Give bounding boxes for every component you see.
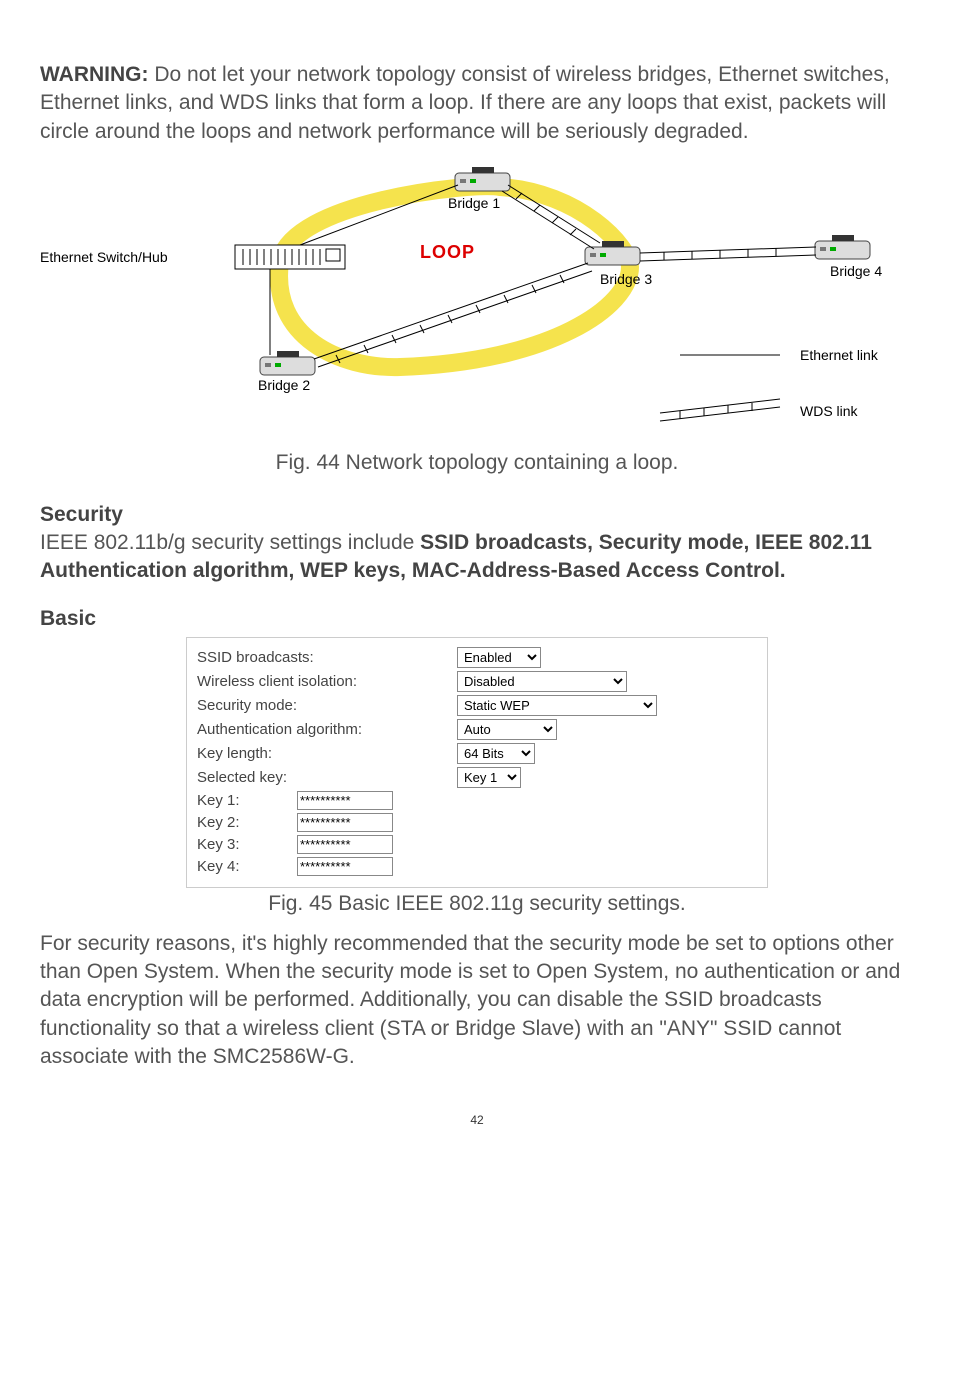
key3-label: Key 3: xyxy=(197,836,297,853)
key1-label: Key 1: xyxy=(197,792,297,809)
security-paragraph: IEEE 802.11b/g security settings include… xyxy=(40,529,914,586)
security-settings-form: SSID broadcasts: Enabled Wireless client… xyxy=(186,637,768,888)
figure-44-caption: Fig. 44 Network topology containing a lo… xyxy=(40,451,914,475)
key4-input[interactable] xyxy=(297,857,393,876)
auth-select[interactable]: Auto xyxy=(457,719,557,740)
diagram-label-loop: LOOP xyxy=(420,242,475,263)
selkey-label: Selected key: xyxy=(197,769,457,786)
diagram-label-switch: Ethernet Switch/Hub xyxy=(40,249,168,265)
after-paragraph: For security reasons, it's highly recomm… xyxy=(40,930,914,1072)
key2-input[interactable] xyxy=(297,813,393,832)
selkey-select[interactable]: Key 1 xyxy=(457,767,521,788)
warning-label: WARNING: xyxy=(40,63,149,86)
key2-label: Key 2: xyxy=(197,814,297,831)
security-mode-select[interactable]: Static WEP xyxy=(457,695,657,716)
key1-input[interactable] xyxy=(297,791,393,810)
isolation-label: Wireless client isolation: xyxy=(197,673,457,690)
key3-input[interactable] xyxy=(297,835,393,854)
diagram-label-eth-link: Ethernet link xyxy=(800,347,878,363)
security-text-prefix: IEEE 802.11b/g security settings include xyxy=(40,531,420,554)
security-heading: Security xyxy=(40,503,914,527)
diagram-label-bridge3: Bridge 3 xyxy=(600,271,652,287)
diagram-label-wds-link: WDS link xyxy=(800,403,858,419)
figure-45-caption: Fig. 45 Basic IEEE 802.11g security sett… xyxy=(40,892,914,916)
auth-label: Authentication algorithm: xyxy=(197,721,457,738)
keylen-label: Key length: xyxy=(197,745,457,762)
diagram-label-bridge4: Bridge 4 xyxy=(830,263,882,279)
ssid-select[interactable]: Enabled xyxy=(457,647,541,668)
page-number: 42 xyxy=(40,1113,914,1127)
warning-text: Do not let your network topology consist… xyxy=(40,63,890,143)
warning-paragraph: WARNING: Do not let your network topolog… xyxy=(40,61,914,146)
security-mode-label: Security mode: xyxy=(197,697,457,714)
ssid-label: SSID broadcasts: xyxy=(197,649,457,666)
network-topology-diagram: Ethernet Switch/Hub Bridge 1 Bridge 2 Br… xyxy=(40,167,920,447)
basic-heading: Basic xyxy=(40,607,914,631)
key4-label: Key 4: xyxy=(197,858,297,875)
diagram-label-bridge2: Bridge 2 xyxy=(258,377,310,393)
keylen-select[interactable]: 64 Bits xyxy=(457,743,535,764)
isolation-select[interactable]: Disabled xyxy=(457,671,627,692)
diagram-label-bridge1: Bridge 1 xyxy=(448,195,500,211)
